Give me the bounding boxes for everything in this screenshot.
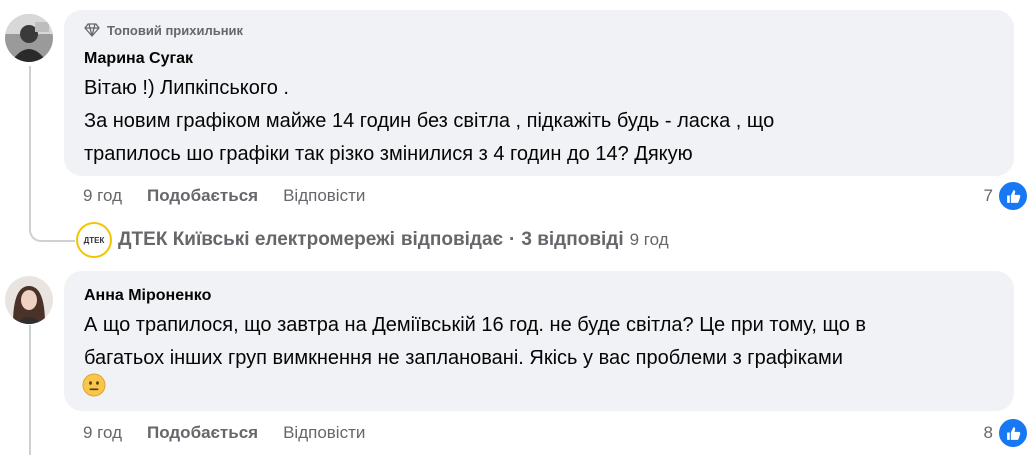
reply-verb: відповідає	[400, 229, 504, 250]
diamond-icon	[84, 23, 100, 37]
reply-author: ДТЕК Київські електромережі	[118, 229, 395, 250]
comment-author[interactable]: Анна Міроненко	[84, 287, 211, 305]
separator: ·	[509, 229, 516, 250]
comment-line: Вітаю !) Липкіпського .	[84, 77, 289, 99]
reply-count: 3 відповіді	[521, 229, 624, 250]
comment-line: трапилось шо графіки так різко змінилися…	[84, 143, 693, 165]
reply-time: 9 год	[629, 230, 669, 249]
like-button[interactable]: Подобається	[147, 423, 258, 443]
thumbs-up-icon	[997, 417, 1029, 449]
like-count: 7	[983, 186, 993, 205]
avatar[interactable]	[5, 276, 53, 324]
reply-button[interactable]: Відповісти	[283, 186, 365, 206]
like-count: 8	[983, 423, 993, 442]
top-fan-badge: Топовий прихильник	[84, 22, 243, 38]
thumbs-up-icon	[997, 180, 1029, 212]
comment-text: А що трапилося, що завтра на Деміївській…	[84, 309, 998, 375]
comment-line: А що трапилося, що завтра на Деміївській…	[84, 314, 867, 336]
comment-author[interactable]: Марина Сугак	[84, 50, 193, 68]
comment-time[interactable]: 9 год	[83, 423, 122, 443]
comment-bubble: Топовий прихильник Марина Сугак Вітаю !)…	[64, 10, 1014, 176]
like-button[interactable]: Подобається	[147, 186, 258, 206]
thread-line	[29, 325, 31, 455]
thread-line-curve	[29, 224, 75, 242]
badge-label: Топовий прихильник	[107, 22, 244, 38]
comment-text: Вітаю !) Липкіпського . За новим графіко…	[84, 72, 998, 171]
dtek-logo: ДТЕК	[76, 222, 112, 258]
avatar[interactable]	[5, 14, 53, 62]
neutral-face-emoji-icon	[82, 373, 106, 397]
view-replies-link[interactable]: ДТЕК ДТЕК Київські електромережі відпові…	[76, 222, 669, 258]
comment-actions: 9 год Подобається Відповісти	[83, 423, 390, 443]
comment-bubble: Анна Міроненко А що трапилося, що завтра…	[64, 271, 1014, 411]
comment-actions: 9 год Подобається Відповісти	[83, 186, 390, 206]
reply-button[interactable]: Відповісти	[283, 423, 365, 443]
reaction-count[interactable]: 8	[984, 417, 1029, 449]
comment-time[interactable]: 9 год	[83, 186, 122, 206]
thread-line	[29, 66, 31, 226]
comment-line: За новим графіком майже 14 годин без сві…	[84, 110, 775, 132]
reaction-count[interactable]: 7	[984, 180, 1029, 212]
comment-line: багатьох інших груп вимкнення не заплано…	[84, 347, 843, 369]
